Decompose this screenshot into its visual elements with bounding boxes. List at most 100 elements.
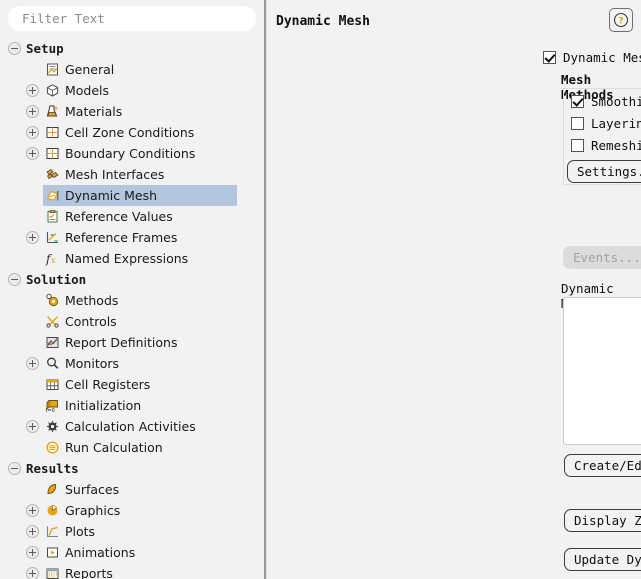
fx-icon: fx xyxy=(45,251,60,266)
expand-icon[interactable] xyxy=(26,105,39,118)
tree-item-label: Cell Registers xyxy=(65,377,151,392)
tree-item-calculation-activities[interactable]: Calculation Activities xyxy=(0,416,264,437)
checkbox-box xyxy=(571,95,584,108)
checkbox-label: Layering xyxy=(591,116,641,131)
tree-item-label: Results xyxy=(26,461,79,476)
expand-icon[interactable] xyxy=(26,126,39,139)
svg-text:x: x xyxy=(51,256,56,265)
display-zone-motion-button[interactable]: Display Zone Motion... xyxy=(564,509,641,532)
tree-item-setup[interactable]: Setup xyxy=(0,38,264,59)
tree-item-initialization[interactable]: t=0 Initialization xyxy=(0,395,264,416)
tree-item-label: Plots xyxy=(65,524,96,539)
tree-item-cell-zone-conditions[interactable]: Cell Zone Conditions xyxy=(0,122,264,143)
tree-item-label: Boundary Conditions xyxy=(65,146,196,161)
tree-item-label: Animations xyxy=(65,545,136,560)
tree-item-label: Graphics xyxy=(65,503,121,518)
tree-item-label: Surfaces xyxy=(65,482,120,497)
surfaces-icon xyxy=(45,482,60,497)
outline-tree-panel: SetupGeneral Models Materials Cell Zone Con… xyxy=(0,0,264,579)
reports-icon xyxy=(45,566,60,579)
tree-item-named-expressions[interactable]: f x Named Expressions xyxy=(0,248,264,269)
expand-icon[interactable] xyxy=(26,231,39,244)
expand-icon[interactable] xyxy=(26,357,39,370)
expand-icon[interactable] xyxy=(26,525,39,538)
tree-item-label: Initialization xyxy=(65,398,142,413)
graphics-icon xyxy=(45,503,60,518)
tree-item-animations[interactable]: Animations xyxy=(0,542,264,563)
tree-item-label: Mesh Interfaces xyxy=(65,167,165,182)
expand-icon[interactable] xyxy=(26,546,39,559)
tree-item-label: Named Expressions xyxy=(65,251,189,266)
methods-icon xyxy=(45,293,60,308)
expand-icon[interactable] xyxy=(26,147,39,160)
expand-icon[interactable] xyxy=(26,420,39,433)
expand-icon[interactable] xyxy=(26,567,39,579)
checkbox-layering[interactable]: Layering xyxy=(571,116,641,131)
checkbox-remeshing[interactable]: Remeshing xyxy=(571,138,641,153)
mesh-interfaces-icon xyxy=(45,167,60,182)
report-icon xyxy=(45,335,60,350)
mesh-methods-settings-button[interactable]: Settings... xyxy=(567,160,641,183)
filter-text-input[interactable] xyxy=(8,6,256,31)
axes-icon xyxy=(45,230,60,245)
gear-icon xyxy=(45,419,60,434)
tree-item-general[interactable]: General xyxy=(0,59,264,80)
cell-registers-icon xyxy=(45,377,60,392)
events-button: Events... xyxy=(563,246,641,269)
checkbox-box xyxy=(571,117,584,130)
dynamic-mesh-zones-list[interactable] xyxy=(563,297,641,445)
tree-item-surfaces[interactable]: Surfaces xyxy=(0,479,264,500)
tree-item-solution[interactable]: Solution xyxy=(0,269,264,290)
dynamic-mesh-enable-checkbox[interactable]: Dynamic Mesh xyxy=(543,50,641,65)
tree-item-report-definitions[interactable]: Report Definitions xyxy=(0,332,264,353)
tree-item-models[interactable]: Models xyxy=(0,80,264,101)
animations-icon xyxy=(45,545,60,560)
checkbox-label: Dynamic Mesh xyxy=(563,50,641,65)
page-title: Dynamic Mesh xyxy=(276,14,370,29)
tree-item-plots[interactable]: Plots xyxy=(0,521,264,542)
tree-item-label: Materials xyxy=(65,104,123,119)
tree-item-results[interactable]: Results xyxy=(0,458,264,479)
tree-item-label: Cell Zone Conditions xyxy=(65,125,195,140)
tree-item-controls[interactable]: Controls xyxy=(0,311,264,332)
tree-item-label: Reports xyxy=(65,566,113,579)
filter-container xyxy=(0,0,264,31)
grid-icon xyxy=(45,125,60,140)
expand-icon[interactable] xyxy=(26,504,39,517)
expand-icon[interactable] xyxy=(26,84,39,97)
tree-item-graphics[interactable]: Graphics xyxy=(0,500,264,521)
tree-item-label: Methods xyxy=(65,293,119,308)
tree-item-label: Controls xyxy=(65,314,117,329)
tree-item-label: General xyxy=(65,62,115,77)
tree-item-reference-frames[interactable]: Reference Frames xyxy=(0,227,264,248)
tree-item-boundary-conditions[interactable]: Boundary Conditions xyxy=(0,143,264,164)
checkbox-label: Remeshing xyxy=(591,138,641,153)
tree-item-dynamic-mesh[interactable]: Dynamic Mesh xyxy=(0,185,264,206)
help-icon[interactable]: ? xyxy=(609,8,633,32)
materials-icon xyxy=(45,104,60,119)
magnifier-icon xyxy=(45,356,60,371)
tree-item-reports[interactable]: Reports xyxy=(0,563,264,579)
collapse-icon[interactable] xyxy=(8,273,21,286)
tree-item-label: Report Definitions xyxy=(65,335,178,350)
svg-text:t=0: t=0 xyxy=(46,408,55,413)
create-edit-button[interactable]: Create/Edit... xyxy=(564,454,641,477)
tree-item-label: Setup xyxy=(26,41,64,56)
tree-item-label: Dynamic Mesh xyxy=(65,188,158,203)
collapse-icon[interactable] xyxy=(8,42,21,55)
tree-item-mesh-interfaces[interactable]: Mesh Interfaces xyxy=(0,164,264,185)
tree-item-reference-values[interactable]: Reference Values xyxy=(0,206,264,227)
tree-item-run-calculation[interactable]: Run Calculation xyxy=(0,437,264,458)
tree-item-label: Run Calculation xyxy=(65,440,163,455)
controls-icon xyxy=(45,314,60,329)
tree-item-monitors[interactable]: Monitors xyxy=(0,353,264,374)
tree-item-methods[interactable]: Methods xyxy=(0,290,264,311)
outline-tree: Setup General Models Materials Cell Zone Con… xyxy=(0,38,264,579)
run-icon xyxy=(45,440,60,455)
update-dynamic-mesh-button[interactable]: Update Dynamic Mesh... xyxy=(564,548,641,571)
grid-icon xyxy=(45,146,60,161)
tree-item-materials[interactable]: Materials xyxy=(0,101,264,122)
collapse-icon[interactable] xyxy=(8,462,21,475)
tree-item-cell-registers[interactable]: Cell Registers xyxy=(0,374,264,395)
checkbox-smoothing[interactable]: Smoothing xyxy=(571,94,641,109)
